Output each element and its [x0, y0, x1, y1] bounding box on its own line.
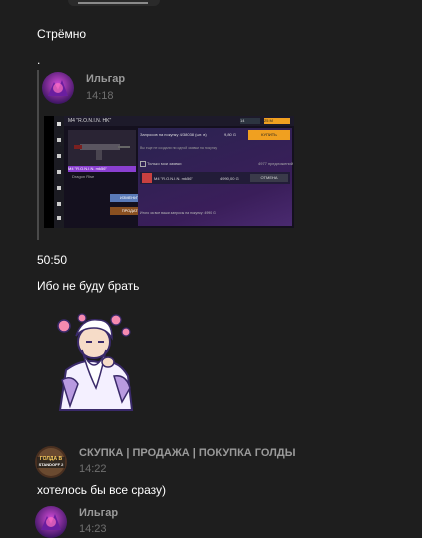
author-name[interactable]: СКУПКА | ПРОДАЖА | ПОКУПКА ГОЛДЫ [79, 447, 296, 459]
avatar-text-bottom: STANDOFF 2 [38, 462, 64, 467]
avatar[interactable] [42, 72, 74, 104]
game-checkbox[interactable] [140, 161, 146, 167]
sticker-elder-image [57, 313, 134, 411]
message-text: . [37, 53, 41, 67]
game-buy-button[interactable]: КУПИТЬ [248, 130, 290, 140]
message-text: 50:50 [37, 253, 68, 267]
game-hint: Вы еще не создали ни одной заявки на пок… [140, 146, 218, 150]
game-item-name: M4 "R.O.N.I.N. mk56" [68, 166, 136, 172]
message-text: Ибо не буду брать [37, 279, 140, 293]
avatar[interactable] [35, 506, 67, 538]
quote-bar [37, 70, 39, 240]
game-stat-label: 4977 предложений [258, 161, 294, 166]
message-time: 14:23 [79, 523, 107, 535]
game-item-preview [68, 130, 136, 166]
avatar-image [42, 72, 74, 104]
message-text: Стрёмно [37, 27, 87, 41]
avatar[interactable]: ГОЛДА В STANDOFF 2 [35, 446, 67, 478]
game-price-top: 9,80 G [224, 132, 237, 137]
game-sidebar [54, 116, 64, 228]
attached-screenshot[interactable]: M4 "R.O.N.I.N. HK" 14 25 M M4 "R.O.N.I.N… [44, 116, 294, 228]
author-name[interactable]: Ильгар [79, 507, 118, 519]
game-counter: 14 [240, 118, 260, 124]
game-checkbox-label: Только мои заявки [147, 161, 182, 166]
game-item-subtitle: Dragon Rise [72, 174, 95, 179]
game-order-label: Запросов на покупку 4/38038 (шт. в) [140, 132, 207, 137]
image-top-cutoff[interactable] [68, 0, 160, 6]
game-row-price: 4990,00 G [220, 176, 239, 181]
author-name[interactable]: Ильгар [86, 73, 125, 85]
game-footer-note: Итого за все ваши запросы на покупку: 49… [140, 211, 216, 215]
game-row-item: M4 "R.O.N.I.N. mk56" [154, 176, 193, 181]
game-cancel-button[interactable]: ОТМЕНА [250, 174, 288, 182]
sticker[interactable] [52, 310, 136, 414]
message-text: хотелось бы все сразу) [37, 483, 166, 497]
message-time: 14:18 [86, 90, 114, 102]
message-time: 14:22 [79, 463, 107, 475]
avatar-image [35, 506, 67, 538]
game-item-title: M4 "R.O.N.I.N. HK" [68, 118, 112, 124]
game-balance: 25 M [264, 118, 290, 124]
